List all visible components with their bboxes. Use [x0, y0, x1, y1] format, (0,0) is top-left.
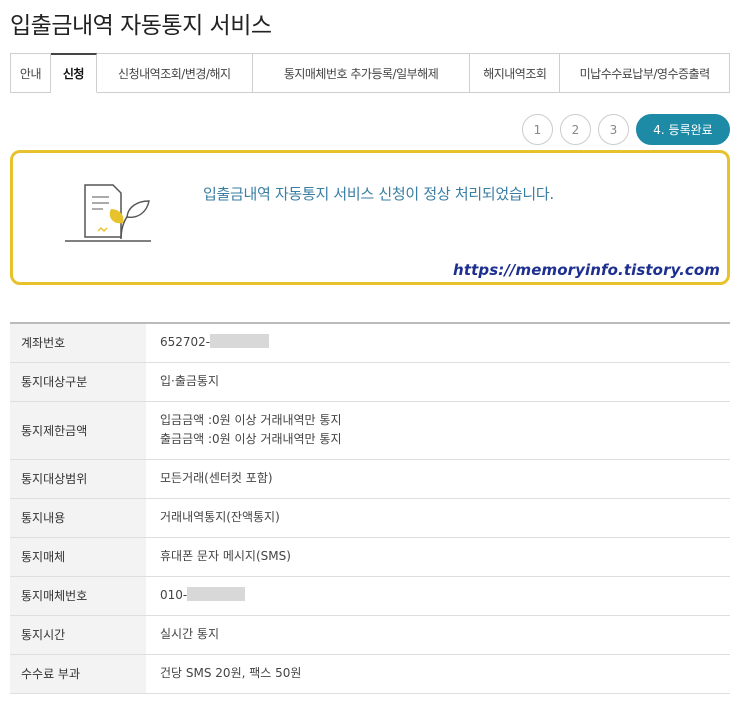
completion-notice-box: 입출금내역 자동통지 서비스 신청이 정상 처리되었습니다. https://m…	[10, 150, 730, 285]
row-label: 통지대상구분	[10, 362, 146, 402]
table-row: 통지제한금액 입금금액 :0원 이상 거래내역만 통지 출금금액 :0원 이상 …	[10, 401, 730, 460]
document-with-leaf-icon	[65, 184, 151, 242]
masked-region	[187, 587, 246, 601]
masked-region	[210, 334, 270, 349]
phone-number: 010-	[160, 588, 188, 602]
page-title: 입출금내역 자동통지 서비스	[10, 13, 272, 39]
tab-apply[interactable]: 신청	[50, 53, 97, 93]
table-row: 통지매체 휴대폰 문자 메시지(SMS)	[10, 537, 730, 577]
step-2: 2	[560, 114, 591, 145]
row-value: 거래내역통지(잔액통지)	[146, 498, 730, 538]
watermark-url: https://memoryinfo.tistory.com	[453, 261, 720, 279]
step-3: 3	[598, 114, 629, 145]
row-value: 실시간 통지	[146, 615, 730, 655]
tab-media-number-register[interactable]: 통지매체번호 추가등록/일부해제	[252, 53, 471, 93]
table-row: 계좌번호 652702-	[10, 323, 730, 363]
table-row: 통지내용 거래내역통지(잔액통지)	[10, 498, 730, 538]
table-row: 통지대상범위 모든거래(센터컷 포함)	[10, 459, 730, 499]
completion-message: 입출금내역 자동통지 서비스 신청이 정상 처리되었습니다.	[203, 185, 554, 203]
row-label: 통지대상범위	[10, 459, 146, 499]
step-indicator: 1 2 3 4. 등록완료	[515, 114, 730, 145]
tab-guide[interactable]: 안내	[11, 53, 51, 93]
tab-cancel-history[interactable]: 해지내역조회	[470, 53, 561, 93]
tab-unpaid-fee-receipt[interactable]: 미납수수료납부/영수증출력	[560, 53, 731, 93]
registration-details-table: 계좌번호 652702- 통지대상구분 입·출금통지 통지제한금액 입금금액 :…	[10, 322, 730, 694]
row-label: 통지매체	[10, 537, 146, 577]
row-label: 통지매체번호	[10, 576, 146, 616]
row-label: 계좌번호	[10, 323, 146, 363]
row-value: 건당 SMS 20원, 팩스 50원	[146, 654, 730, 694]
step-4-complete: 4. 등록완료	[636, 114, 730, 145]
row-value: 입·출금통지	[146, 362, 730, 402]
withdrawal-limit: 출금금액 :0원 이상 거래내역만 통지	[160, 432, 342, 446]
row-value: 휴대폰 문자 메시지(SMS)	[146, 537, 730, 577]
step-1: 1	[522, 114, 553, 145]
row-label: 통지제한금액	[10, 401, 146, 460]
row-label: 통지내용	[10, 498, 146, 538]
table-row: 통지매체번호 010-	[10, 576, 730, 616]
table-row: 통지시간 실시간 통지	[10, 615, 730, 655]
table-row: 수수료 부과 건당 SMS 20원, 팩스 50원	[10, 654, 730, 694]
row-label: 통지시간	[10, 615, 146, 655]
row-label: 수수료 부과	[10, 654, 146, 694]
tab-bar: 안내 신청 신청내역조회/변경/해지 통지매체번호 추가등록/일부해제 해지내역…	[10, 53, 731, 93]
account-number: 652702-	[160, 335, 211, 350]
deposit-limit: 입금금액 :0원 이상 거래내역만 통지	[160, 413, 342, 427]
tab-inquiry-change-cancel[interactable]: 신청내역조회/변경/해지	[96, 53, 253, 93]
table-row: 통지대상구분 입·출금통지	[10, 362, 730, 402]
row-value: 모든거래(센터컷 포함)	[146, 459, 730, 499]
